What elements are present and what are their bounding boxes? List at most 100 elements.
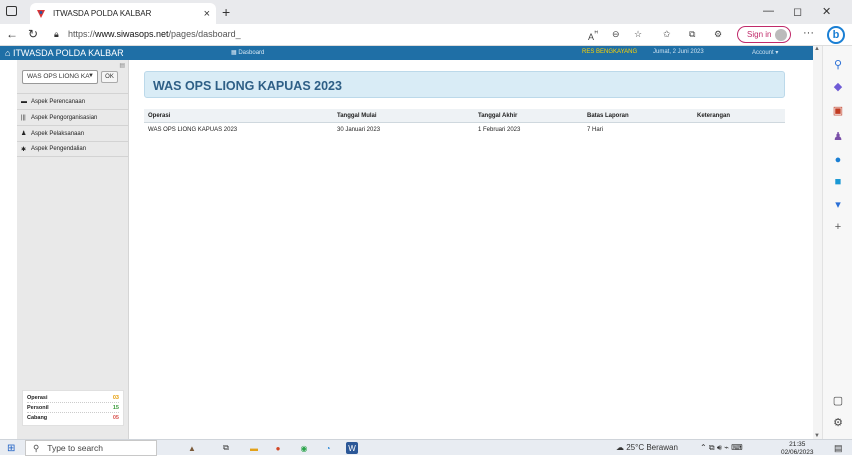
operations-table: Operasi Tanggal Mulai Tanggal Akhir Bata… [144,109,785,137]
task-view-icon[interactable]: ⧉ [220,442,232,454]
favorite-icon[interactable]: ☆ [634,29,642,40]
search-placeholder: Type to search [47,443,103,453]
bing-chat-icon[interactable]: b [827,26,845,44]
weather-widget[interactable]: ☁ 25°C Berawan [616,443,678,452]
windows-start-icon[interactable]: ⊞ [7,443,15,454]
zoom-icon[interactable]: ⊖ [612,29,620,40]
count-label: Personil [27,405,49,411]
chevron-down-icon: ▼ [88,73,94,79]
count-label: Operasi [27,395,47,401]
minimize-icon[interactable]: — [763,5,774,17]
sign-in-label: Sign in [747,30,771,39]
page-title-panel: WAS OPS LIONG KAPUAS 2023 [144,71,785,98]
page-scrollbar[interactable]: ▲ ▼ [813,46,822,439]
sidebar-item-label: Aspek Pelaksanaan [31,131,84,137]
nav-date: Jumat, 2 Juni 2023 [653,49,704,55]
browser-tab[interactable]: ITWASDA POLDA KALBAR × [30,3,216,24]
site-favicon-icon [36,9,46,19]
url-path: /pages/dasboard_ [169,29,241,39]
column-header: Keterangan [697,113,730,119]
search-icon[interactable]: ⚲ [832,58,844,70]
tools-icon[interactable]: ♟ [832,130,844,142]
table-header: Operasi Tanggal Mulai Tanggal Akhir Bata… [144,109,785,123]
system-tray-icons[interactable]: ⌃ ⧉ 🔊︎ ⌁ ⌨ [700,443,743,453]
edge-icon[interactable]: ◔ [322,442,334,454]
briefcase-icon: ▬ [21,99,29,105]
taskbar-clock[interactable]: 21:35 02/06/2023 [781,441,814,456]
sidebar-layout-icon[interactable]: ▢ [832,394,844,406]
collections-icon[interactable]: ⧉ [689,29,695,40]
weather-text: 25°C Berawan [626,443,678,452]
edge-sidebar: ⚲ ◆ ▣ ♟ ● ■ ▾ + ▢ ⚙ [822,46,852,439]
count-value: 15 [113,405,119,411]
more-menu-icon[interactable]: ··· [803,27,814,39]
summary-counts: Operasi 03 Personil 15 Cabang 05 [22,390,124,426]
site-navbar: ⌂ ITWASDA POLDA KALBAR ▦ Dasboard RES BE… [0,46,813,60]
sidebar-item-perencanaan[interactable]: ▬ Aspek Perencanaan [17,93,128,109]
tag-icon[interactable]: ◆ [832,80,844,92]
animal-widget-icon[interactable]: ▲ [181,442,203,454]
games-icon[interactable]: ● [832,154,844,166]
nav-user-name: RES BENGKAYANG [582,49,637,55]
gear-icon: ✱ [21,146,29,153]
powerpoint-icon[interactable]: ● [272,442,284,454]
table-cell: WAS OPS LIONG KAPUAS 2023 [148,127,237,133]
word-icon[interactable]: W [346,442,358,454]
tab-actions-icon[interactable] [6,6,17,16]
count-value: 05 [113,415,119,421]
sidebar-item-label: Aspek Pengorganisasian [31,115,97,121]
read-aloud-icon[interactable]: Aꟸ [588,29,598,42]
sidebar-item-label: Aspek Perencanaan [31,99,85,105]
office-icon[interactable]: ■ [832,176,844,188]
bars-icon: ||| [21,115,29,121]
url-field[interactable]: https://www.siwasops.net/pages/dasboard_ [68,29,241,39]
favorites-list-icon[interactable]: ✩ [663,29,671,40]
sidebar-item-pelaksanaan[interactable]: ♟ Aspek Pelaksanaan [17,125,128,141]
table-cell: 30 Januari 2023 [337,127,380,133]
extensions-icon[interactable]: ⚙ [714,29,722,40]
count-row-operasi: Operasi 03 [27,393,119,403]
ok-button[interactable]: OK [101,71,118,83]
restore-icon[interactable]: ◻ [793,5,802,18]
sidebar-toggle-icon[interactable]: ▤ [119,62,125,69]
notification-icon[interactable]: ▤ [834,443,843,454]
sign-in-button[interactable]: Sign in [737,26,791,43]
outlook-icon[interactable]: ▾ [832,198,844,210]
tab-close-icon[interactable]: × [204,8,210,20]
user-icon: ♟ [21,130,29,137]
column-header: Operasi [148,113,170,119]
scroll-up-icon[interactable]: ▲ [814,46,820,52]
url-host: www.siwasops.net [95,29,169,39]
table-cell: 7 Hari [587,127,603,133]
left-sidebar: ▤ WAS OPS LIONG KA ▼ OK ▬ Aspek Perencan… [17,60,129,439]
operation-select[interactable]: WAS OPS LIONG KA ▼ [22,70,98,84]
chrome-icon[interactable]: ◉ [298,442,310,454]
sidebar-item-pengorganisasian[interactable]: ||| Aspek Pengorganisasian [17,109,128,125]
refresh-icon[interactable]: ↻ [28,27,38,41]
taskbar-search[interactable]: ⚲ Type to search [25,440,157,456]
new-tab-icon[interactable]: + [222,4,230,20]
lock-icon[interactable]: 🔒︎ [54,29,59,40]
url-prefix: https:// [68,29,95,39]
brand-link[interactable]: ⌂ ITWASDA POLDA KALBAR [5,48,124,58]
nav-dashboard-link[interactable]: ▦ Dasboard [231,49,264,56]
table-row[interactable]: WAS OPS LIONG KAPUAS 2023 30 Januari 202… [144,123,785,137]
back-icon[interactable]: ← [6,27,18,41]
file-explorer-icon[interactable]: ▬ [248,442,260,454]
add-icon[interactable]: + [832,221,844,233]
settings-icon[interactable]: ⚙ [832,416,844,428]
count-label: Cabang [27,415,47,421]
sidebar-item-label: Aspek Pengendalian [31,146,86,152]
brand-label: ITWASDA POLDA KALBAR [13,48,124,58]
column-header: Tanggal Mulai [337,113,377,119]
address-bar-row: ← ↻ 🔒︎ https://www.siwasops.net/pages/da… [0,24,852,46]
windows-taskbar: ⊞ ⚲ Type to search ▲ ⧉ ▬ ● ◉ ◔ W ☁ 25°C … [0,439,852,455]
close-window-icon[interactable]: ✕ [822,5,831,18]
tab-title: ITWASDA POLDA KALBAR [53,9,204,18]
shopping-icon[interactable]: ▣ [832,104,844,116]
count-value: 03 [113,395,119,401]
account-dropdown[interactable]: Account ▾ [752,49,778,56]
sidebar-item-pengendalian[interactable]: ✱ Aspek Pengendalian [17,141,128,157]
clock-time: 21:35 [781,441,814,449]
operation-select-value: WAS OPS LIONG KA [27,73,90,80]
